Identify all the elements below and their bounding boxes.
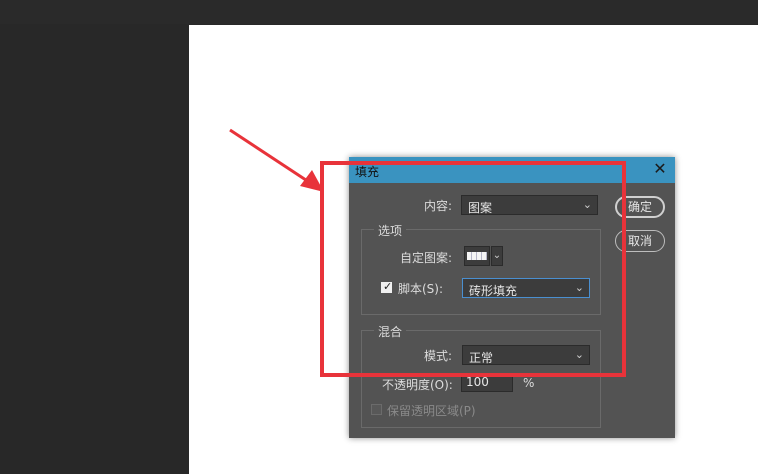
arrow-annotation-icon (229, 128, 324, 192)
